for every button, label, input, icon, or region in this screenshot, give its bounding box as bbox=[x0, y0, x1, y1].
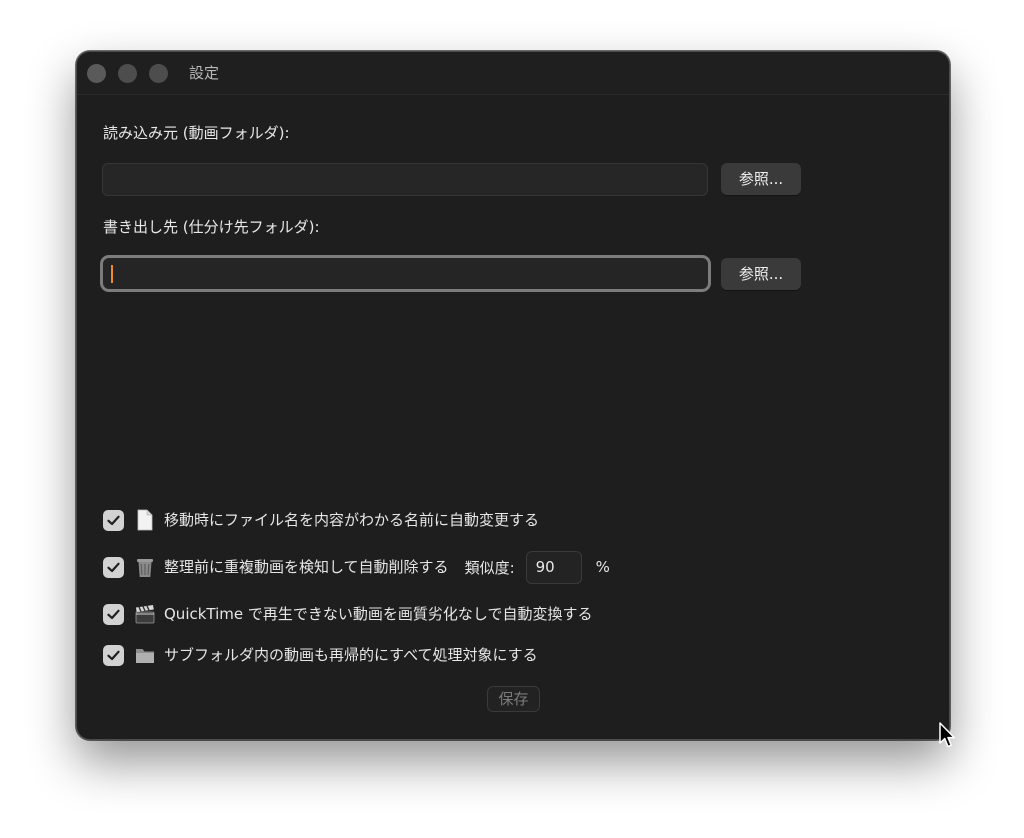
dedupe-checkbox[interactable] bbox=[103, 556, 124, 578]
checkmark-icon bbox=[107, 562, 120, 572]
window-title: 設定 bbox=[189, 64, 220, 82]
option-rename-row: 移動時にファイル名を内容がわかる名前に自動変更する bbox=[103, 508, 539, 532]
save-button[interactable]: 保存 bbox=[487, 686, 540, 712]
destination-folder-field[interactable] bbox=[100, 255, 711, 292]
clapperboard-icon bbox=[135, 605, 155, 624]
folder-icon bbox=[136, 649, 154, 663]
source-folder-label: 読み込み元 (動画フォルダ): bbox=[103, 124, 290, 142]
close-window-button[interactable] bbox=[87, 64, 106, 83]
destination-folder-label: 書き出し先 (仕分け先フォルダ): bbox=[103, 218, 320, 236]
similarity-unit: % bbox=[595, 558, 610, 576]
recursive-option-label: サブフォルダ内の動画も再帰的にすべて処理対象にする bbox=[164, 646, 538, 664]
title-bar[interactable]: 設定 bbox=[77, 52, 949, 95]
rename-option-label: 移動時にファイル名を内容がわかる名前に自動変更する bbox=[164, 511, 540, 529]
settings-window: 設定 読み込み元 (動画フォルダ): 参照... 書き出し先 (仕分け先フォルダ… bbox=[76, 51, 950, 740]
source-browse-button[interactable]: 参照... bbox=[721, 163, 801, 195]
trash-icon bbox=[137, 559, 153, 577]
checkmark-icon bbox=[107, 609, 120, 619]
text-caret bbox=[111, 265, 113, 283]
convert-option-label: QuickTime で再生できない動画を画質劣化なしで自動変換する bbox=[164, 605, 593, 623]
source-folder-field[interactable] bbox=[102, 163, 708, 196]
minimize-window-button[interactable] bbox=[118, 64, 137, 83]
recursive-checkbox[interactable] bbox=[103, 644, 124, 666]
destination-browse-button[interactable]: 参照... bbox=[721, 258, 801, 290]
convert-checkbox[interactable] bbox=[103, 603, 124, 625]
checkmark-icon bbox=[107, 650, 120, 660]
option-recursive-row: サブフォルダ内の動画も再帰的にすべて処理対象にする bbox=[103, 643, 538, 667]
option-convert-row: QuickTime で再生できない動画を画質劣化なしで自動変換する bbox=[103, 602, 592, 626]
mouse-pointer-icon bbox=[939, 722, 955, 748]
similarity-input[interactable]: 90 bbox=[525, 550, 582, 584]
rename-checkbox[interactable] bbox=[103, 509, 124, 531]
dedupe-option-label: 整理前に重複動画を検知して自動削除する bbox=[164, 558, 449, 576]
similarity-label: 類似度: bbox=[464, 558, 515, 577]
checkmark-icon bbox=[107, 515, 120, 525]
zoom-window-button[interactable] bbox=[149, 64, 168, 83]
option-dedupe-row: 整理前に重複動画を検知して自動削除する 類似度: 90 % bbox=[103, 550, 610, 584]
document-icon bbox=[137, 509, 153, 531]
